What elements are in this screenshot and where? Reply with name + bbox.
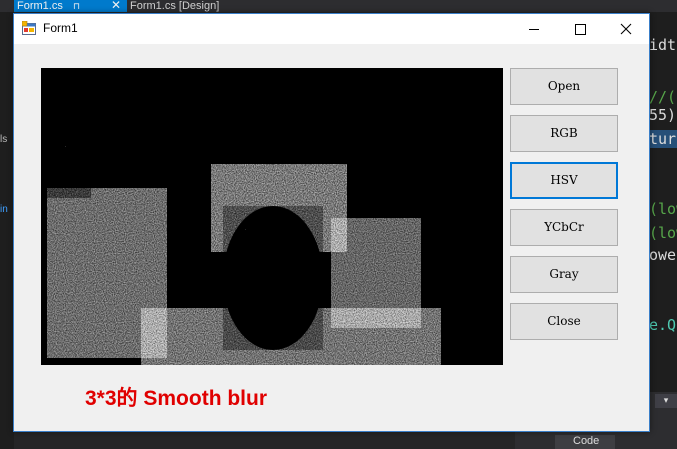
minimize-button[interactable] xyxy=(511,14,557,44)
picture-box xyxy=(41,68,503,365)
caption-label: 3*3的 Smooth blur xyxy=(85,387,268,410)
maximize-button[interactable] xyxy=(557,14,603,44)
hsv-button[interactable]: HSV xyxy=(510,162,618,199)
form1-window: Form1 Open RGB HSV YCbCr Gray Close 3*3的… xyxy=(13,13,650,432)
ide-panel-tab-code[interactable]: Code xyxy=(555,435,615,449)
window-close-button[interactable] xyxy=(603,14,649,44)
ycbcr-button[interactable]: YCbCr xyxy=(510,209,618,246)
ide-left-panel: ls in xyxy=(0,12,14,449)
app-icon xyxy=(22,21,36,35)
code-line: e.Q xyxy=(649,316,677,334)
ide-code-editor[interactable]: idth //( 55) ture (low (low owe e.Q xyxy=(649,12,677,392)
rgb-button[interactable]: RGB xyxy=(510,115,618,152)
code-line: 55) xyxy=(649,106,677,124)
close-icon xyxy=(620,23,632,35)
code-line: //( xyxy=(649,88,677,106)
close-icon[interactable]: ✕ xyxy=(111,0,121,11)
ide-tab-form1-cs[interactable]: Form1.cs ⊓ ✕ xyxy=(14,0,129,12)
code-line: (low xyxy=(649,224,677,242)
open-button[interactable]: Open xyxy=(510,68,618,105)
ide-tab-label: Form1.cs [Design] xyxy=(130,0,220,12)
ide-tab-form1-design[interactable]: Form1.cs [Design] xyxy=(127,0,260,12)
window-title: Form1 xyxy=(43,21,78,35)
code-line: idth xyxy=(649,36,677,54)
maximize-icon xyxy=(575,24,586,35)
code-line: owe xyxy=(649,246,677,264)
ide-left-label: ls xyxy=(0,134,8,145)
processed-image xyxy=(41,68,503,365)
pin-icon[interactable]: ⊓ xyxy=(73,0,80,12)
ide-tab-bar: Form1.cs ⊓ ✕ Form1.cs [Design] xyxy=(0,0,677,12)
code-line: ture xyxy=(649,130,677,148)
minimize-icon xyxy=(529,29,539,30)
ide-tab-label: Form1.cs xyxy=(17,0,63,12)
gray-button[interactable]: Gray xyxy=(510,256,618,293)
title-bar[interactable]: Form1 xyxy=(14,14,649,44)
code-line: (low xyxy=(649,200,677,218)
ide-left-label: in xyxy=(0,204,8,215)
chevron-down-icon[interactable]: ▾ xyxy=(655,394,677,408)
close-button[interactable]: Close xyxy=(510,303,618,340)
